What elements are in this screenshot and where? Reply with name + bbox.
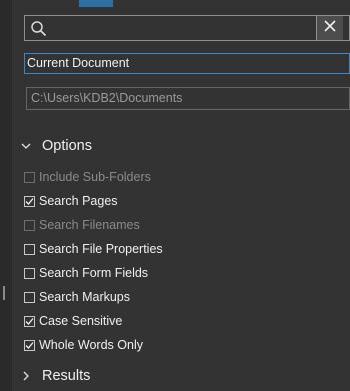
checkmark-icon xyxy=(25,317,34,325)
option-checkbox[interactable] xyxy=(24,267,35,279)
search-icon xyxy=(30,20,48,38)
option-checkbox[interactable] xyxy=(24,243,35,255)
option-row[interactable]: Search Pages xyxy=(24,192,118,210)
option-row[interactable]: Search Markups xyxy=(24,288,130,306)
search-box xyxy=(24,15,350,41)
option-row: Search Filenames xyxy=(24,216,140,234)
checkmark-icon xyxy=(25,197,34,205)
option-label: Search File Properties xyxy=(39,242,163,256)
options-section-title: Options xyxy=(42,138,92,154)
option-row[interactable]: Whole Words Only xyxy=(24,336,143,354)
option-row[interactable]: Search Form Fields xyxy=(24,264,148,282)
clear-search-button[interactable] xyxy=(316,16,343,40)
option-checkbox xyxy=(24,171,35,183)
active-tab-indicator xyxy=(79,0,113,7)
checkmark-icon xyxy=(25,341,34,349)
resize-grip[interactable] xyxy=(3,286,5,300)
option-checkbox xyxy=(24,219,35,231)
results-section-header[interactable]: Results xyxy=(20,368,90,384)
option-label: Search Pages xyxy=(39,194,118,208)
option-label: Case Sensitive xyxy=(39,314,123,328)
chevron-down-icon xyxy=(20,140,32,152)
option-checkbox[interactable] xyxy=(24,315,35,327)
search-scope-value: Current Document xyxy=(27,56,130,70)
search-scope-select[interactable]: Current Document xyxy=(24,53,350,74)
option-label: Search Filenames xyxy=(39,218,140,232)
folder-path-value: C:\Users\KDB2\Documents xyxy=(31,91,183,105)
folder-path-field: C:\Users\KDB2\Documents xyxy=(26,87,350,110)
option-row: Include Sub-Folders xyxy=(24,168,151,186)
options-section-header[interactable]: Options xyxy=(20,138,92,154)
option-checkbox[interactable] xyxy=(24,195,35,207)
close-icon xyxy=(323,19,337,38)
panel-resize-strip[interactable] xyxy=(0,0,12,391)
option-checkbox[interactable] xyxy=(24,291,35,303)
option-label: Search Markups xyxy=(39,290,131,304)
option-checkbox[interactable] xyxy=(24,339,35,351)
option-label: Search Form Fields xyxy=(39,266,149,280)
results-section-title: Results xyxy=(42,368,91,384)
chevron-right-icon xyxy=(20,370,32,382)
option-row[interactable]: Case Sensitive xyxy=(24,312,122,330)
option-label: Whole Words Only xyxy=(39,338,143,352)
option-label: Include Sub-Folders xyxy=(39,170,151,184)
option-row[interactable]: Search File Properties xyxy=(24,240,163,258)
search-input[interactable] xyxy=(55,18,305,38)
